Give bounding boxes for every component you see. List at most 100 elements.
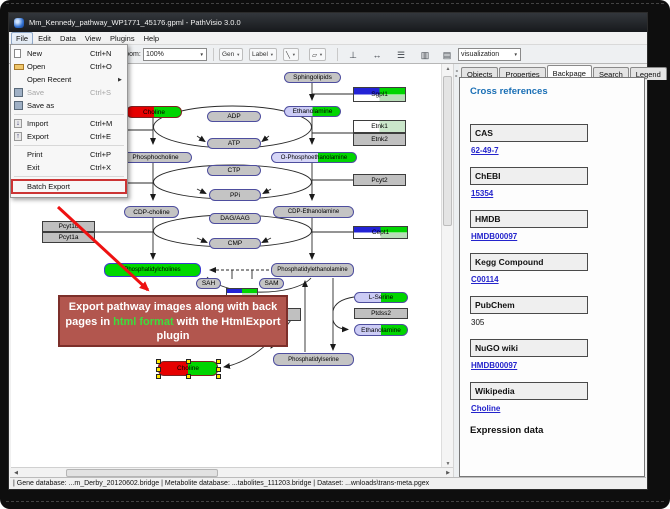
app-icon	[14, 18, 24, 28]
menu-data[interactable]: Data	[56, 33, 80, 44]
node-l-serine[interactable]: L-Serine	[354, 292, 408, 303]
selection-handle[interactable]	[216, 367, 221, 372]
menu-separator	[14, 145, 124, 146]
shape-tool-button[interactable]: ▱	[309, 48, 326, 61]
file-menu-item-save-as[interactable]: Save as	[11, 99, 127, 112]
node-ethanolamine-top[interactable]: Ethanolamine	[284, 106, 341, 117]
file-menu-item-print[interactable]: PrintCtrl+P	[11, 148, 127, 161]
node-phosphocholine[interactable]: Phosphocholine	[119, 152, 192, 163]
menu-plugins[interactable]: Plugins	[106, 33, 139, 44]
blank-icon	[14, 182, 27, 192]
node-phosphatidylserine[interactable]: Phosphatidylserine	[273, 353, 354, 366]
menu-item-shortcut: Ctrl+O	[90, 62, 118, 71]
chevron-down-icon[interactable]	[511, 51, 518, 58]
node-label: O-Phosphoethanolamine	[281, 155, 347, 161]
node-cept1[interactable]: Cept1	[353, 226, 408, 239]
xref-link[interactable]: HMDB00097	[471, 361, 588, 370]
node-sah[interactable]: SAH	[196, 278, 221, 289]
node-atp[interactable]: ATP	[207, 138, 261, 149]
node-choline-selected[interactable]: Choline	[158, 361, 218, 376]
node-ptdss2[interactable]: Ptdss2	[354, 308, 408, 319]
backpage-panel[interactable]: Cross references CAS62-49-7ChEBI15354HMD…	[459, 77, 645, 477]
node-adp[interactable]: ADP	[207, 111, 261, 122]
node-pcyt1a[interactable]: Pcyt1a	[42, 232, 95, 243]
node-ethanolamine-bottom[interactable]: Ethanolamine	[354, 324, 408, 336]
xref-section-kegg-compound: Kegg CompoundC00114	[470, 253, 588, 284]
menu-item-shortcut: Ctrl+P	[90, 150, 118, 159]
file-menu-item-import[interactable]: ↓ImportCtrl+M	[11, 117, 127, 130]
selection-handle[interactable]	[216, 374, 221, 379]
node-ppi[interactable]: PPi	[209, 189, 261, 201]
file-menu-item-save[interactable]: SaveCtrl+S	[11, 86, 127, 99]
selection-handle[interactable]	[156, 359, 161, 364]
node-pcyt1b[interactable]: Pcyt1b	[42, 221, 95, 232]
vertical-scroll-thumb[interactable]	[443, 76, 452, 226]
canvas-vertical-scrollbar[interactable]: ▲ ▼	[441, 64, 453, 469]
align-center-icon[interactable]: ⊥	[345, 49, 361, 61]
screenshot-frame: Mm_Kennedy_pathway_WP1771_45176.gpml - P…	[0, 0, 670, 509]
selection-handle[interactable]	[186, 374, 191, 379]
node-sphingolipids[interactable]: Sphingolipids	[284, 72, 341, 83]
file-menu-item-exit[interactable]: ExitCtrl+X	[11, 161, 127, 174]
xref-link[interactable]: Choline	[471, 404, 588, 413]
annotation-text: with the HtmlExport plugin	[157, 316, 281, 343]
file-menu-item-export[interactable]: ↑ExportCtrl+E	[11, 130, 127, 143]
chevron-down-icon[interactable]	[317, 51, 323, 58]
stack-columns-icon[interactable]: ▥	[417, 49, 433, 61]
blank-icon	[14, 75, 27, 85]
selection-handle[interactable]	[186, 359, 191, 364]
node-choline-top[interactable]: Choline	[126, 106, 182, 118]
menu-view[interactable]: View	[81, 33, 105, 44]
file-menu-item-batch-export[interactable]: Batch Export	[11, 179, 127, 194]
menu-edit[interactable]: Edit	[34, 33, 55, 44]
node-label: L-Serine	[369, 294, 394, 301]
layout-icon[interactable]: ▤	[439, 49, 455, 61]
chevron-down-icon[interactable]	[290, 51, 296, 58]
selection-handle[interactable]	[216, 359, 221, 364]
selection-handle[interactable]	[156, 374, 161, 379]
xref-section-cas: CAS62-49-7	[470, 124, 588, 155]
xref-link[interactable]: HMDB00097	[471, 232, 588, 241]
menu-file[interactable]: File	[11, 32, 33, 45]
selection-handle[interactable]	[156, 367, 161, 372]
xref-link[interactable]: 15354	[471, 189, 588, 198]
chevron-down-icon[interactable]	[197, 51, 204, 58]
xref-link[interactable]: C00114	[471, 275, 588, 284]
zoom-value: 100%	[146, 51, 164, 58]
menu-item-label: Print	[27, 150, 90, 159]
menu-item-label: Save	[27, 88, 90, 97]
cross-references-heading: Cross references	[470, 86, 644, 97]
node-cdp-choline[interactable]: CDP-choline	[124, 206, 179, 218]
xref-section-hmdb: HMDBHMDB00097	[470, 210, 588, 241]
zoom-combobox[interactable]: 100%	[143, 48, 207, 61]
node-etnk2[interactable]: Etnk2	[353, 133, 406, 146]
node-pcyt2[interactable]: Pcyt2	[353, 174, 406, 186]
node-label: Phosphatidylcholines	[124, 267, 180, 273]
node-etnk1[interactable]: Etnk1	[353, 120, 406, 133]
node-cmp[interactable]: CMP	[209, 238, 261, 249]
distribute-horizontal-icon[interactable]: ↔	[369, 49, 385, 61]
add-label-button[interactable]: Label	[249, 48, 277, 61]
node-o-phosphoethanolamine[interactable]: O-Phosphoethanolamine	[271, 152, 357, 163]
menu-help[interactable]: Help	[140, 33, 163, 44]
chevron-down-icon[interactable]	[234, 51, 240, 58]
node-phosphatidylethanolamine[interactable]: Phosphatidylethanolamine	[271, 263, 354, 277]
horizontal-scroll-thumb[interactable]	[66, 469, 218, 477]
xref-link[interactable]: 62-49-7	[471, 146, 588, 155]
file-menu-item-open-recent[interactable]: Open Recent▶	[11, 73, 127, 86]
node-sam[interactable]: SAM	[259, 278, 284, 289]
node-cdp-ethanolamine[interactable]: CDP-Ethanolamine	[273, 206, 354, 218]
node-sgpl1[interactable]: Sgpl1	[353, 87, 406, 102]
line-tool-button[interactable]: ╲	[283, 48, 299, 61]
visualization-combobox[interactable]: visualization	[458, 48, 521, 61]
add-gene-button[interactable]: Gen	[219, 48, 243, 61]
title-bar[interactable]: Mm_Kennedy_pathway_WP1771_45176.gpml - P…	[9, 13, 647, 32]
file-menu-item-open[interactable]: OpenCtrl+O	[11, 60, 127, 73]
file-menu-item-new[interactable]: NewCtrl+N	[11, 47, 127, 60]
chevron-down-icon[interactable]	[268, 51, 274, 58]
node-ctp[interactable]: CTP	[207, 165, 261, 176]
node-phosphatidylcholines[interactable]: Phosphatidylcholines	[104, 263, 201, 277]
stack-rows-icon[interactable]: ☰	[393, 49, 409, 61]
node-dag-aag[interactable]: DAG/AAG	[209, 213, 261, 224]
file-menu-dropdown: NewCtrl+NOpenCtrl+OOpen Recent▶SaveCtrl+…	[10, 44, 128, 198]
